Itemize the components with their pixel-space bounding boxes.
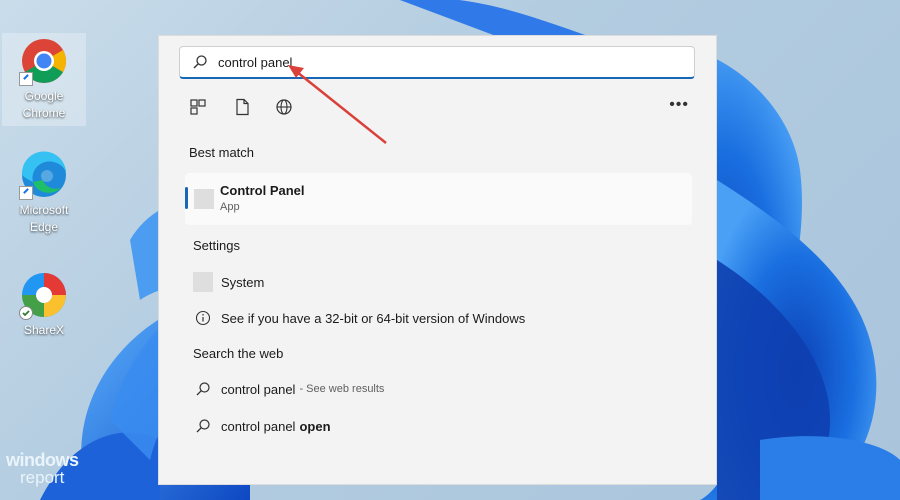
best-match-result[interactable]: Control Panel App	[185, 173, 692, 225]
filter-row: •••	[189, 97, 689, 118]
chrome-icon	[19, 36, 69, 86]
desktop-icon-label: ShareX	[23, 323, 65, 337]
web-result-text: control panel	[221, 381, 296, 397]
result-type: App	[220, 201, 240, 213]
sharex-icon	[19, 270, 69, 320]
settings-item-system[interactable]: System	[193, 271, 264, 293]
web-result-bold-suffix: open	[299, 418, 331, 434]
web-result-suffix: - See web results	[299, 383, 385, 395]
web-result-see-results[interactable]: control panel - See web results	[193, 378, 384, 400]
web-result-open[interactable]: control panel open	[193, 415, 331, 437]
watermark-line2: report	[20, 468, 65, 487]
desktop-icon-label: Edge	[29, 220, 59, 234]
edge-icon	[19, 150, 69, 200]
result-name: Control Panel	[220, 183, 305, 198]
desktop-icon-chrome[interactable]: Google Chrome	[2, 33, 86, 126]
sync-status-icon	[19, 306, 33, 320]
desktop-icon-label: Google	[24, 89, 64, 103]
more-options-icon[interactable]: •••	[669, 97, 689, 113]
web-filter-icon[interactable]	[275, 98, 293, 116]
selection-indicator	[185, 187, 188, 209]
desktop-icon-edge[interactable]: Microsoft Edge	[2, 150, 86, 236]
search-icon	[193, 55, 207, 69]
settings-item-label: System	[221, 274, 265, 290]
start-search-panel: ••• Best match Control Panel App Setting…	[158, 35, 717, 485]
web-result-text: control panel	[221, 418, 296, 434]
search-web-heading: Search the web	[193, 346, 284, 361]
system-app-icon	[193, 272, 213, 292]
search-box[interactable]	[179, 46, 695, 79]
search-icon	[193, 379, 213, 399]
best-match-heading: Best match	[189, 145, 255, 160]
info-icon	[193, 308, 213, 328]
shortcut-arrow-icon	[19, 186, 33, 200]
settings-item-label: See if you have a 32-bit or 64-bit versi…	[221, 310, 526, 326]
desktop-icon-label: Microsoft	[19, 203, 69, 217]
watermark-line1: windows	[6, 450, 79, 470]
documents-filter-icon[interactable]	[233, 98, 251, 116]
settings-item-windows-version[interactable]: See if you have a 32-bit or 64-bit versi…	[193, 307, 525, 329]
windows-report-watermark: windows report	[6, 450, 79, 487]
settings-heading: Settings	[193, 238, 240, 253]
desktop-icon-label: Chrome	[22, 106, 66, 120]
control-panel-app-icon	[194, 189, 214, 209]
apps-filter-icon[interactable]	[189, 98, 207, 116]
desktop-icon-sharex[interactable]: ShareX	[2, 270, 86, 339]
search-icon	[193, 416, 213, 436]
shortcut-arrow-icon	[19, 72, 33, 86]
search-input[interactable]	[218, 54, 638, 70]
